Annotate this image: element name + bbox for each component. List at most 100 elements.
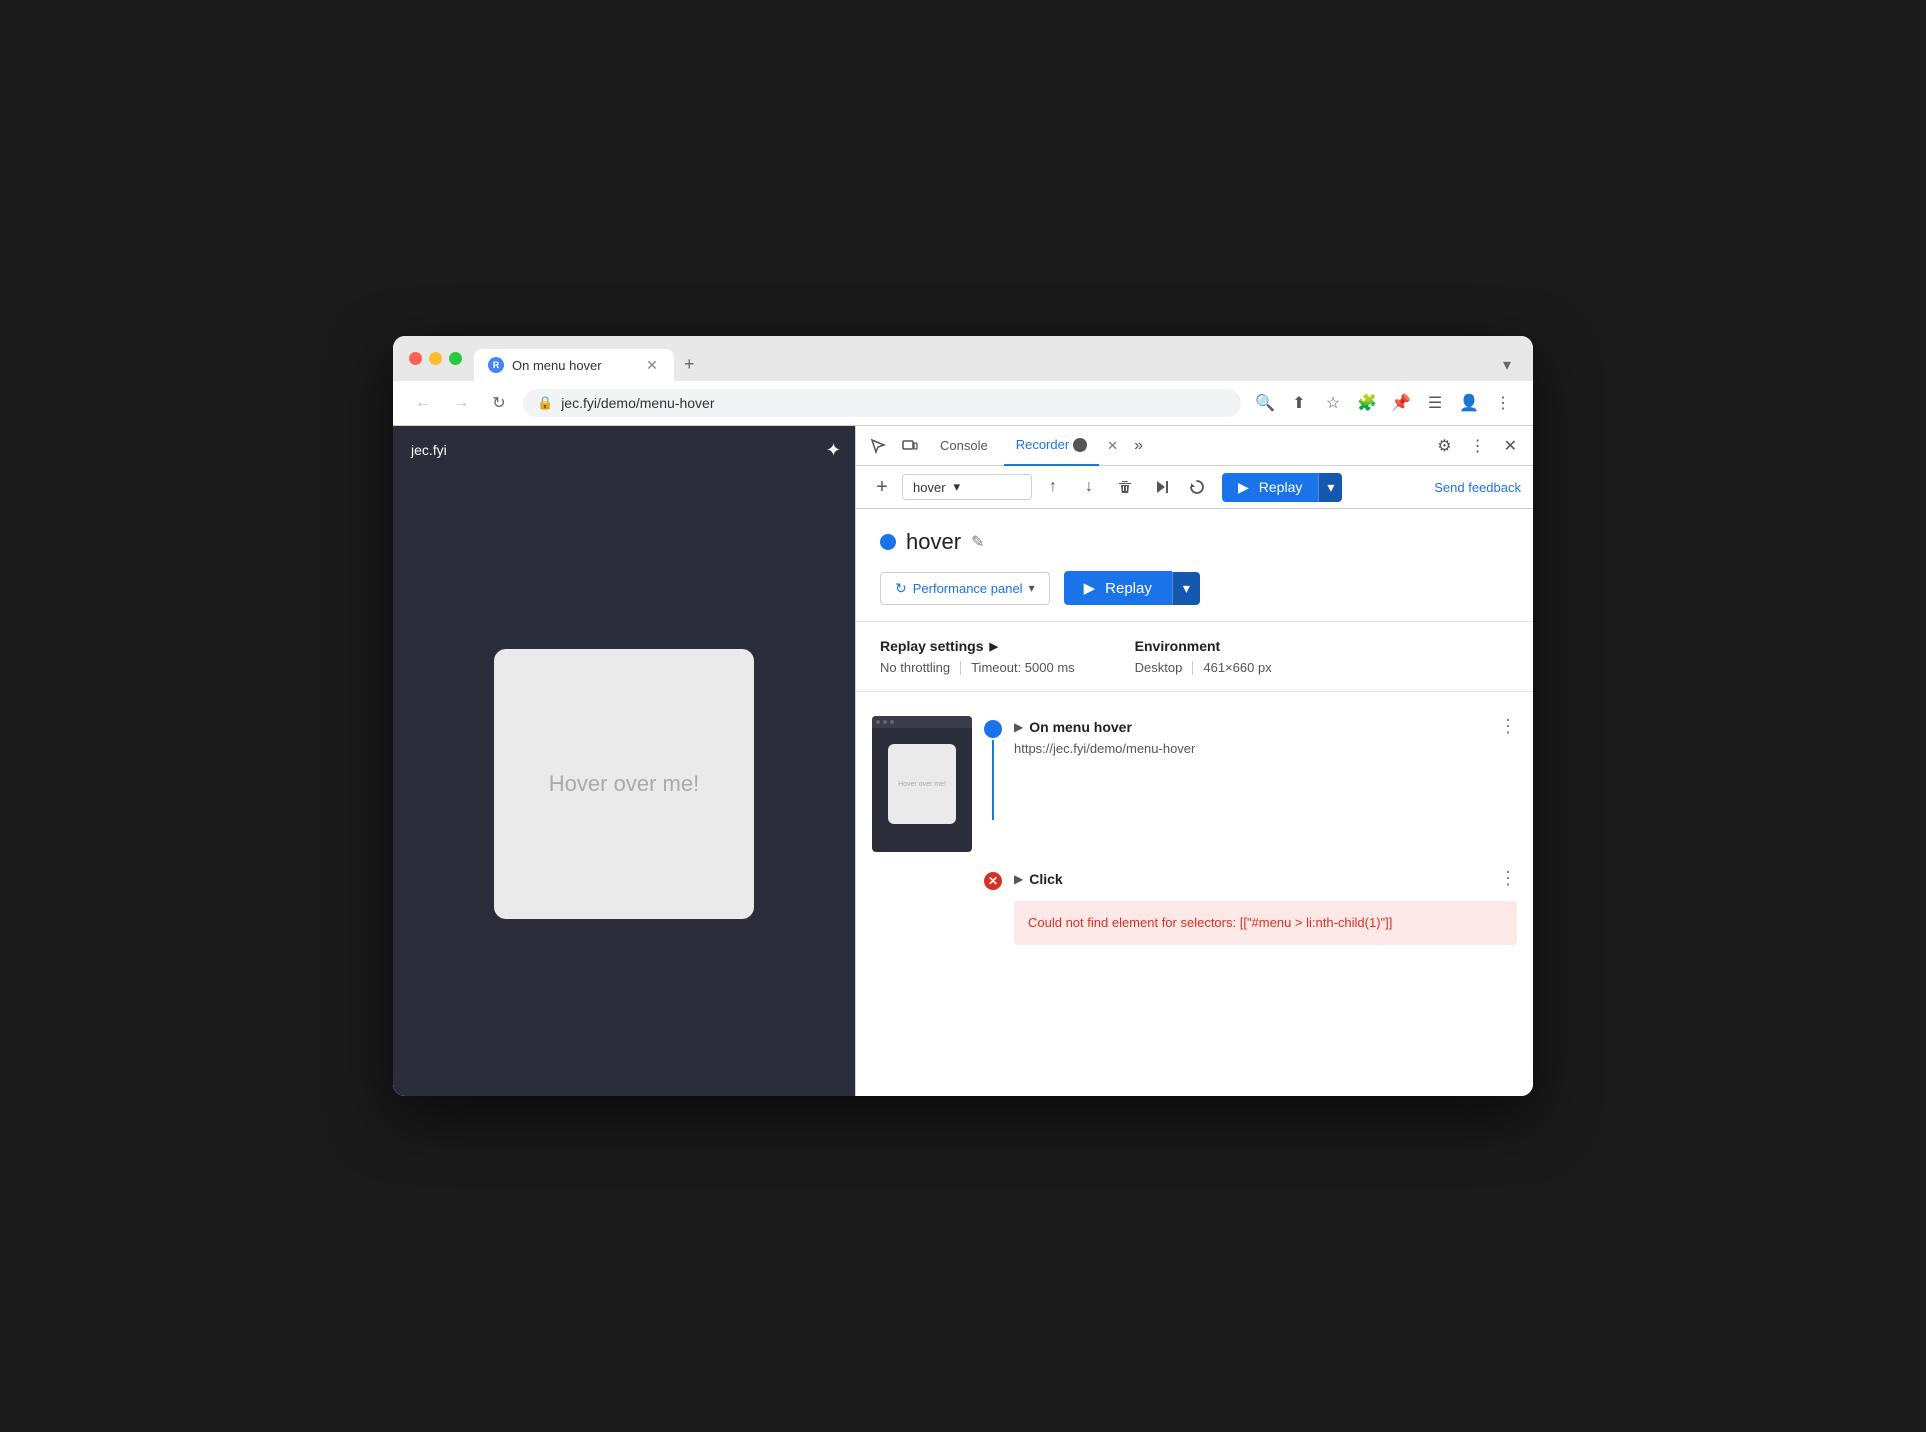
thumb-bar bbox=[872, 716, 972, 728]
tab-console[interactable]: Console bbox=[928, 426, 1000, 466]
tab-list-button[interactable]: ▾ bbox=[1497, 349, 1517, 381]
theme-toggle-icon[interactable]: ✦ bbox=[826, 440, 841, 461]
hover-text: Hover over me! bbox=[549, 771, 699, 797]
replay-settings-title[interactable]: Replay settings ▶ bbox=[880, 638, 1075, 654]
pin-icon[interactable]: 📌 bbox=[1387, 389, 1415, 417]
tabs-bar: R On menu hover ✕ + ▾ bbox=[474, 348, 1517, 381]
thumb-dot bbox=[890, 720, 894, 724]
sidebar-icon[interactable]: ☰ bbox=[1421, 389, 1449, 417]
replay-settings-expand-icon: ▶ bbox=[989, 640, 997, 653]
replay-settings-label: Replay settings bbox=[880, 638, 983, 654]
close-traffic-light[interactable] bbox=[409, 352, 422, 365]
recording-selector-value: hover bbox=[913, 480, 946, 495]
timeout-value: Timeout: 5000 ms bbox=[971, 660, 1075, 675]
list-item: ✕ ▶ Click ⋮ Could not find element for s… bbox=[856, 860, 1533, 953]
browser-panel: jec.fyi ✦ Hover over me! bbox=[393, 426, 855, 1096]
add-recording-button[interactable]: + bbox=[868, 473, 896, 501]
step-title-row: ▶ On menu hover ⋮ bbox=[1014, 716, 1517, 737]
throttling-value: No throttling bbox=[880, 660, 950, 675]
devtools-topbar: Console Recorder ✕ » ⚙ ⋮ ✕ bbox=[856, 426, 1533, 466]
export-button[interactable]: ↑ bbox=[1038, 472, 1068, 502]
back-button[interactable]: ← bbox=[409, 389, 437, 417]
recording-status-dot bbox=[880, 534, 896, 550]
devtools-close-button[interactable]: ✕ bbox=[1496, 432, 1525, 460]
resolution-value: 461×660 px bbox=[1203, 660, 1271, 675]
replay-button[interactable]: ▶ Replay bbox=[1222, 473, 1318, 502]
delete-recording-button[interactable] bbox=[1110, 472, 1140, 502]
share-icon[interactable]: ⬆ bbox=[1285, 389, 1313, 417]
device-value: Desktop bbox=[1135, 660, 1183, 675]
replay-slow-button[interactable] bbox=[1182, 472, 1212, 502]
error-box: Could not find element for selectors: [[… bbox=[1014, 901, 1517, 945]
devtools-panel: Console Recorder ✕ » ⚙ ⋮ ✕ + hover ▾ bbox=[855, 426, 1533, 1096]
recorder-badge bbox=[1073, 438, 1087, 452]
replay-dropdown-button[interactable]: ▾ bbox=[1318, 473, 1342, 502]
step-kebab-button[interactable]: ⋮ bbox=[1499, 716, 1517, 737]
recording-selector-arrow: ▾ bbox=[954, 479, 961, 495]
recording-controls: ↻ Performance panel ▾ ▶ Replay ▾ bbox=[880, 571, 1509, 605]
browser-tab[interactable]: R On menu hover ✕ bbox=[474, 349, 674, 381]
more-tabs-button[interactable]: » bbox=[1126, 433, 1151, 459]
tab-close-button[interactable]: ✕ bbox=[644, 357, 660, 373]
profile-icon[interactable]: 👤 bbox=[1455, 389, 1483, 417]
tab-recorder[interactable]: Recorder bbox=[1004, 426, 1099, 466]
extensions-icon[interactable]: 🧩 bbox=[1353, 389, 1381, 417]
step2-status-dot: ✕ bbox=[984, 872, 1002, 890]
tab-favicon: R bbox=[488, 357, 504, 373]
perf-panel-label: Performance panel bbox=[913, 581, 1023, 596]
traffic-lights bbox=[409, 352, 462, 377]
step-content: ▶ On menu hover ⋮ https://jec.fyi/demo/m… bbox=[1014, 716, 1517, 764]
site-label: jec.fyi bbox=[393, 426, 855, 474]
recorder-close-button[interactable]: ✕ bbox=[1103, 436, 1122, 456]
send-feedback-link[interactable]: Send feedback bbox=[1434, 480, 1521, 495]
step-line bbox=[992, 740, 994, 820]
bookmark-icon[interactable]: ☆ bbox=[1319, 389, 1347, 417]
devtools-settings-button[interactable]: ⚙ bbox=[1429, 432, 1459, 460]
step2-kebab-button[interactable]: ⋮ bbox=[1499, 868, 1517, 889]
recording-name: hover bbox=[906, 529, 961, 555]
recording-replay-dropdown[interactable]: ▾ bbox=[1172, 572, 1200, 605]
edit-name-icon[interactable]: ✎ bbox=[971, 532, 984, 552]
performance-panel-button[interactable]: ↻ Performance panel ▾ bbox=[880, 572, 1050, 605]
step-url: https://jec.fyi/demo/menu-hover bbox=[1014, 741, 1517, 756]
step2-connector: ✕ bbox=[984, 868, 1002, 890]
title-bar: R On menu hover ✕ + ▾ bbox=[393, 336, 1533, 381]
replay-dropdown-chevron: ▾ bbox=[1183, 580, 1190, 597]
forward-button[interactable]: → bbox=[447, 389, 475, 417]
step-expand-icon[interactable]: ▶ bbox=[1014, 720, 1023, 734]
search-icon[interactable]: 🔍 bbox=[1251, 389, 1279, 417]
step-replay-button[interactable] bbox=[1146, 472, 1176, 502]
maximize-traffic-light[interactable] bbox=[449, 352, 462, 365]
device-toolbar-icon[interactable] bbox=[896, 432, 924, 460]
recording-replay-button[interactable]: ▶ Replay bbox=[1064, 571, 1172, 605]
perf-dropdown-arrow: ▾ bbox=[1029, 581, 1035, 595]
menu-icon[interactable]: ⋮ bbox=[1489, 389, 1517, 417]
url-text: jec.fyi/demo/menu-hover bbox=[561, 395, 1227, 411]
replay-btn-label: Replay bbox=[1105, 580, 1152, 597]
address-bar: ← → ↻ 🔒 jec.fyi/demo/menu-hover 🔍 ⬆ ☆ 🧩 … bbox=[393, 381, 1533, 426]
minimize-traffic-light[interactable] bbox=[429, 352, 442, 365]
step2-expand-icon[interactable]: ▶ bbox=[1014, 872, 1023, 886]
new-tab-button[interactable]: + bbox=[674, 348, 705, 381]
main-content: jec.fyi ✦ Hover over me! bbox=[393, 426, 1533, 1096]
element-picker-icon[interactable] bbox=[864, 432, 892, 460]
perf-panel-icon: ↻ bbox=[895, 580, 907, 597]
reload-button[interactable]: ↻ bbox=[485, 389, 513, 417]
replay-icon: ▶ bbox=[1238, 479, 1249, 496]
recording-selector-dropdown[interactable]: hover ▾ bbox=[902, 474, 1032, 500]
environment-values: Desktop 461×660 px bbox=[1135, 660, 1272, 675]
step-status-dot bbox=[984, 720, 1002, 738]
thumb-dot bbox=[876, 720, 880, 724]
replay-settings-group: Replay settings ▶ No throttling Timeout:… bbox=[880, 638, 1075, 675]
thumb-dot bbox=[883, 720, 887, 724]
step-title: On menu hover bbox=[1029, 719, 1132, 735]
replay-settings-values: No throttling Timeout: 5000 ms bbox=[880, 660, 1075, 675]
steps-section: Hover over me! ▶ On menu hover ⋮ http bbox=[856, 692, 1533, 1096]
environment-group: Environment Desktop 461×660 px bbox=[1135, 638, 1272, 675]
url-bar[interactable]: 🔒 jec.fyi/demo/menu-hover bbox=[523, 389, 1241, 417]
import-button[interactable]: ↓ bbox=[1074, 472, 1104, 502]
environment-label: Environment bbox=[1135, 638, 1221, 654]
step-connector bbox=[984, 716, 1002, 820]
step-thumbnail: Hover over me! bbox=[872, 716, 972, 852]
devtools-kebab-button[interactable]: ⋮ bbox=[1464, 432, 1492, 460]
